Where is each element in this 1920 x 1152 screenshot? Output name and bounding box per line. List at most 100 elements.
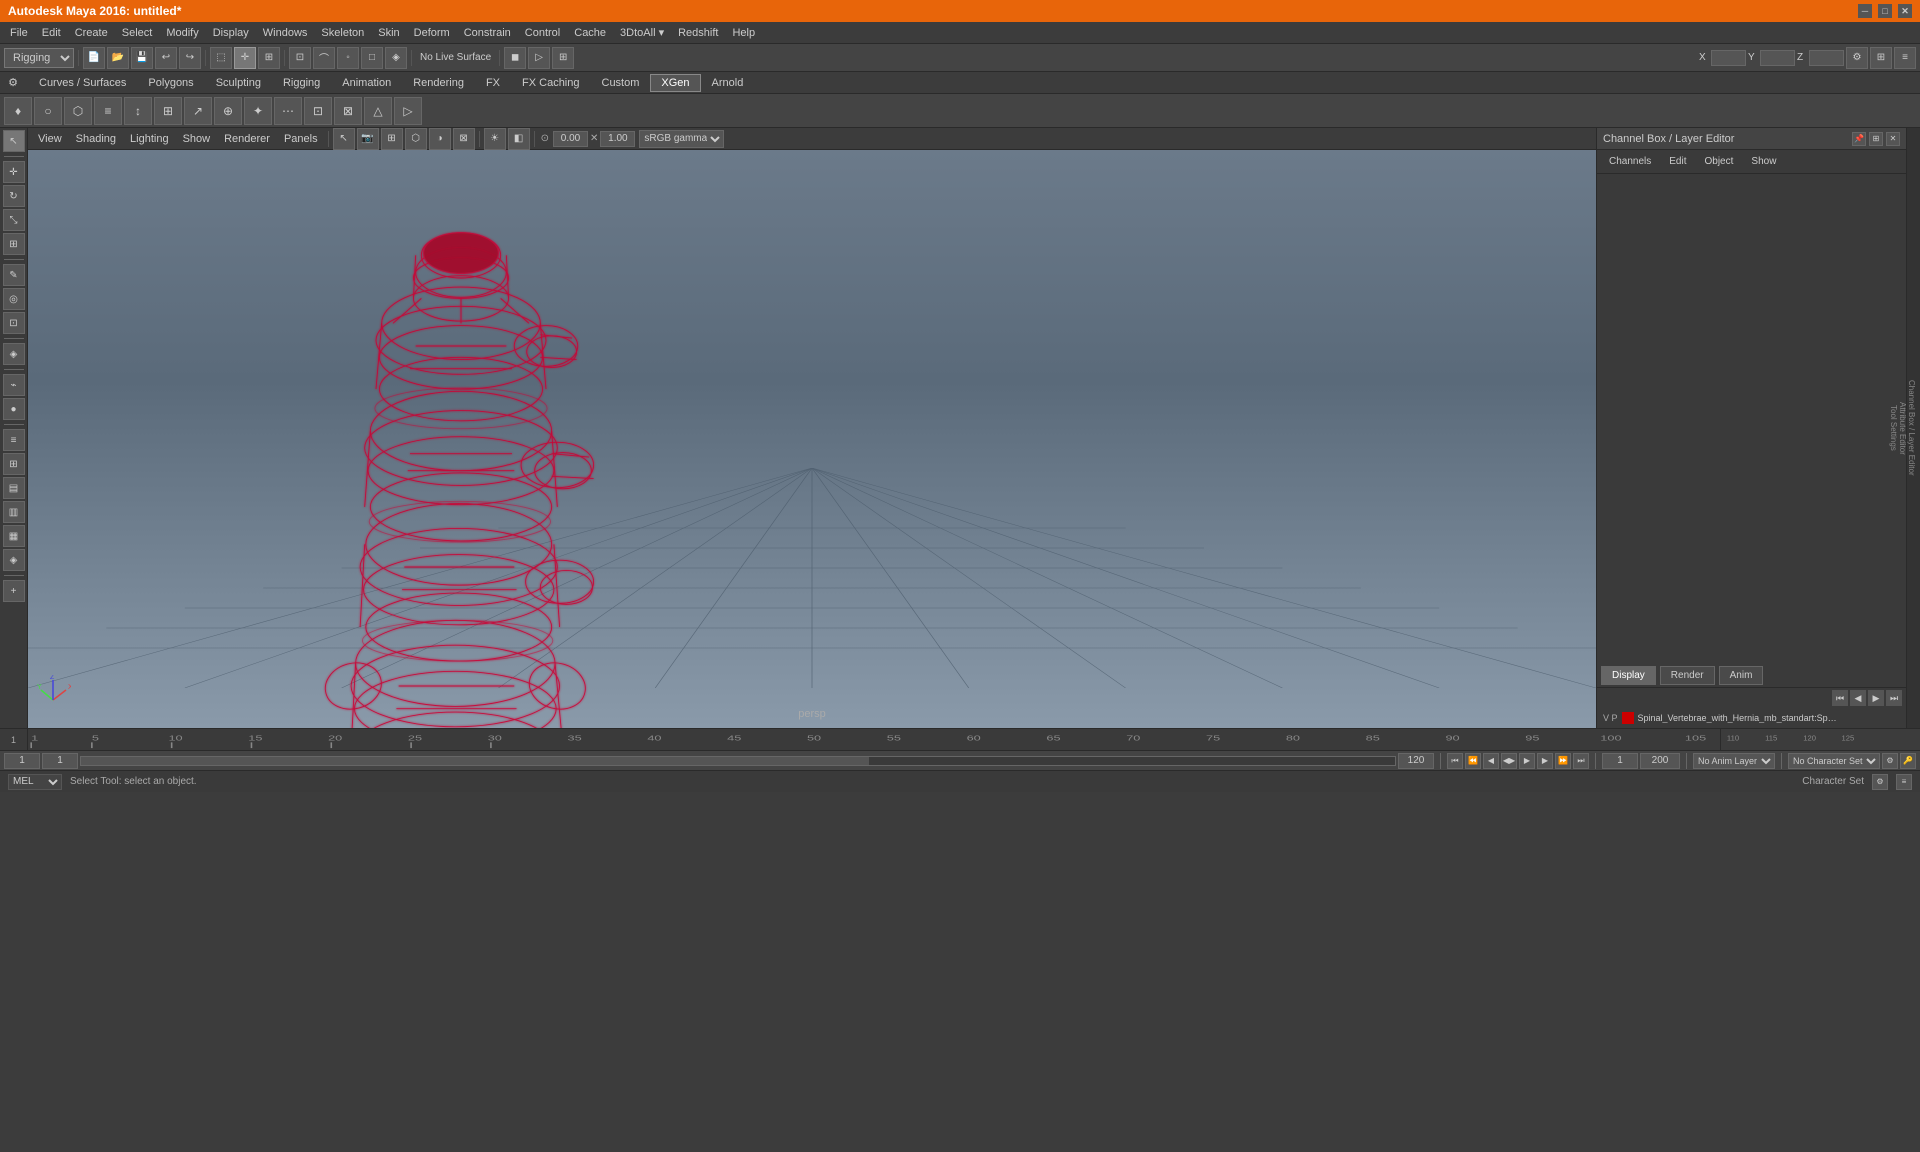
end-frame-input[interactable] [1398, 753, 1434, 769]
lattice-btn[interactable]: ⊡ [3, 312, 25, 334]
menu-create[interactable]: Create [69, 25, 114, 41]
x-field[interactable] [1711, 50, 1746, 66]
render-view[interactable]: ⊞ [552, 47, 574, 69]
vp-light-btn[interactable]: ☀ [484, 128, 506, 150]
status-icon1[interactable]: ⚙ [1872, 774, 1888, 790]
tab-show[interactable]: Show [1743, 154, 1784, 169]
status-icon2[interactable]: ≡ [1896, 774, 1912, 790]
menu-edit[interactable]: Edit [36, 25, 67, 41]
shelf-icon-3[interactable]: ≡ [94, 97, 122, 125]
anim-layer-select[interactable]: No Anim Layer [1693, 753, 1775, 769]
display-layer-btn5[interactable]: ▦ [3, 525, 25, 547]
close-button[interactable]: ✕ [1898, 4, 1912, 18]
tab-display[interactable]: Display [1601, 666, 1656, 685]
move-tool[interactable]: ✛ [234, 47, 256, 69]
viewport-3d[interactable]: X Y Z persp [28, 150, 1596, 728]
module-icon[interactable]: ⚙ [4, 74, 22, 92]
tab-render[interactable]: Render [1660, 666, 1715, 685]
menu-constrain[interactable]: Constrain [458, 25, 517, 41]
vp-shadow-btn[interactable]: ◧ [508, 128, 530, 150]
minimize-button[interactable]: ─ [1858, 4, 1872, 18]
vp-menu-lighting[interactable]: Lighting [124, 131, 175, 147]
shelf-icon-4[interactable]: ↕ [124, 97, 152, 125]
auto-key-btn[interactable]: 🔑 [1900, 753, 1916, 769]
display-layer-btn4[interactable]: ▥ [3, 501, 25, 523]
layout-button[interactable]: ⊞ [1870, 47, 1892, 69]
start-frame-input[interactable] [4, 753, 40, 769]
menu-control[interactable]: Control [519, 25, 566, 41]
channel-box-close[interactable]: ✕ [1886, 132, 1900, 146]
tab-animation[interactable]: Animation [331, 74, 402, 92]
prev-frame-btn[interactable]: ⏪ [1465, 753, 1481, 769]
tab-edit[interactable]: Edit [1661, 154, 1694, 169]
create-joint-btn[interactable]: ● [3, 398, 25, 420]
menu-skin[interactable]: Skin [372, 25, 405, 41]
snap-curve[interactable]: ⌒ [313, 47, 335, 69]
undo-button[interactable]: ↩ [155, 47, 177, 69]
shelf-icon-2[interactable]: ⬡ [64, 97, 92, 125]
menu-display[interactable]: Display [207, 25, 255, 41]
prev-key-btn[interactable]: ◀ [1483, 753, 1499, 769]
frame-range-slider[interactable] [80, 756, 1396, 766]
menu-deform[interactable]: Deform [408, 25, 456, 41]
play-forward-btn[interactable]: ▶ [1519, 753, 1535, 769]
select-mode-btn[interactable]: ↖ [3, 130, 25, 152]
tab-object[interactable]: Object [1697, 154, 1742, 169]
tab-xgen[interactable]: XGen [650, 74, 700, 92]
vp-menu-shading[interactable]: Shading [70, 131, 122, 147]
snap-grid[interactable]: ⊡ [289, 47, 311, 69]
maximize-button[interactable]: □ [1878, 4, 1892, 18]
layer-nav-last[interactable]: ⏭ [1886, 690, 1902, 706]
tab-curves-surfaces[interactable]: Curves / Surfaces [28, 74, 137, 92]
gamma-field[interactable]: 1.00 [600, 131, 635, 147]
shelf-icon-1[interactable]: ○ [34, 97, 62, 125]
vp-select-btn[interactable]: ↖ [333, 128, 355, 150]
snap-surface[interactable]: □ [361, 47, 383, 69]
script-type-select[interactable]: MEL Python [8, 774, 62, 790]
current-frame-input[interactable] [42, 753, 78, 769]
tab-channels[interactable]: Channels [1601, 154, 1659, 169]
tab-custom[interactable]: Custom [591, 74, 651, 92]
play-back-btn[interactable]: ◀▶ [1501, 753, 1517, 769]
vp-shade-btn[interactable]: ◑ [429, 128, 451, 150]
vp-menu-panels[interactable]: Panels [278, 131, 324, 147]
display-layer-btn2[interactable]: ⊞ [3, 453, 25, 475]
shelf-icon-0[interactable]: ♦ [4, 97, 32, 125]
transform-tool[interactable]: ⊞ [258, 47, 280, 69]
menu-redshift[interactable]: Redshift [672, 25, 724, 41]
rigging-dropdown[interactable]: Rigging [4, 48, 74, 68]
vp-menu-show[interactable]: Show [177, 131, 217, 147]
menu-select[interactable]: Select [116, 25, 159, 41]
display-layer-btn1[interactable]: ≡ [3, 429, 25, 451]
tab-arnold[interactable]: Arnold [701, 74, 755, 92]
shelf-icon-8[interactable]: ✦ [244, 97, 272, 125]
open-file-button[interactable]: 📂 [107, 47, 129, 69]
channel-box-pin[interactable]: 📌 [1852, 132, 1866, 146]
vp-cam-btn[interactable]: 📷 [357, 128, 379, 150]
show-manip-btn[interactable]: ◈ [3, 343, 25, 365]
render-settings[interactable]: ◼ [504, 47, 526, 69]
shelf-icon-10[interactable]: ⊡ [304, 97, 332, 125]
soft-mod-btn[interactable]: ◎ [3, 288, 25, 310]
display-layer-btn6[interactable]: ◈ [3, 549, 25, 571]
shelf-icon-6[interactable]: ↗ [184, 97, 212, 125]
snap-view[interactable]: ◈ [385, 47, 407, 69]
layer-nav-next[interactable]: ▶ [1868, 690, 1884, 706]
tab-fx-caching[interactable]: FX Caching [511, 74, 590, 92]
next-frame-btn[interactable]: ⏩ [1555, 753, 1571, 769]
ipr-render[interactable]: ▷ [528, 47, 550, 69]
menu-file[interactable]: File [4, 25, 34, 41]
move-btn[interactable]: ✛ [3, 161, 25, 183]
vp-tex-btn[interactable]: ⊠ [453, 128, 475, 150]
channel-box-expand[interactable]: ⊞ [1869, 132, 1883, 146]
extra-lt-btn[interactable]: + [3, 580, 25, 602]
menu-cache[interactable]: Cache [568, 25, 612, 41]
shelf-icon-11[interactable]: ⊠ [334, 97, 362, 125]
create-ik-btn[interactable]: ⌁ [3, 374, 25, 396]
menu-3dtall[interactable]: 3DtoAll ▾ [614, 24, 670, 41]
settings-button[interactable]: ⚙ [1846, 47, 1868, 69]
rotate-btn[interactable]: ↻ [3, 185, 25, 207]
transform-btn[interactable]: ⊞ [3, 233, 25, 255]
layer-nav-prev[interactable]: ◀ [1850, 690, 1866, 706]
range-end-input[interactable] [1640, 753, 1680, 769]
